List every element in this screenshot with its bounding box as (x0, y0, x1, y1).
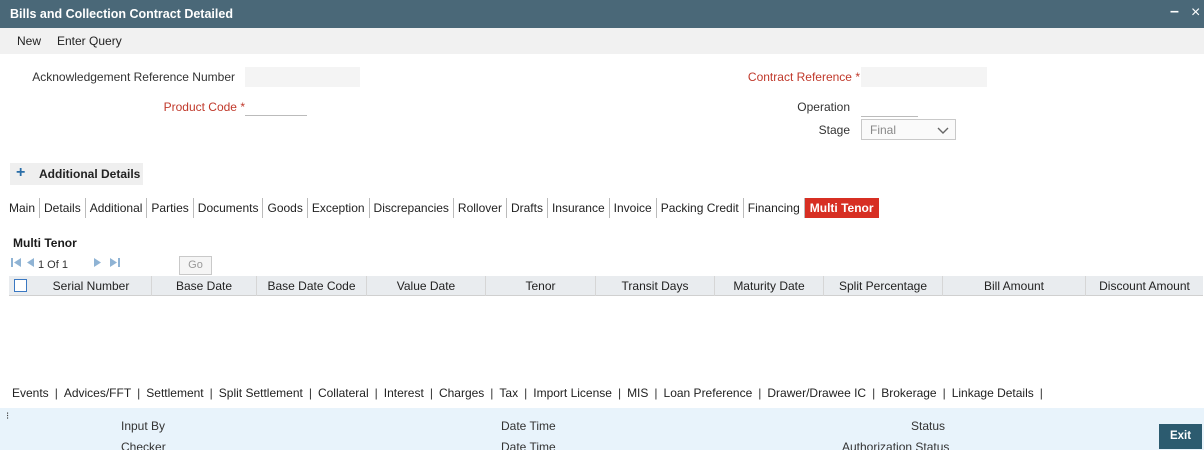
column-header[interactable]: Tenor (485, 276, 595, 296)
checker-label: Checker (121, 440, 166, 450)
tab-insurance[interactable]: Insurance (548, 198, 610, 218)
subsystem-link-advices-fft[interactable]: Advices/FFT (64, 386, 131, 400)
column-header[interactable]: Base Date Code (256, 276, 366, 296)
next-page-icon[interactable] (93, 257, 102, 271)
subsystem-link-split-settlement[interactable]: Split Settlement (219, 386, 303, 400)
ack-ref-input[interactable] (245, 67, 360, 87)
subsystem-bar: Events | Advices/FFT | Settlement | Split Sett… (0, 386, 1204, 406)
exit-button[interactable]: Exit (1159, 424, 1202, 449)
prev-page-icon[interactable] (26, 257, 35, 271)
subsystem-link-settlement[interactable]: Settlement (146, 386, 203, 400)
tab-parties[interactable]: Parties (147, 198, 194, 218)
enter-query-menu-item[interactable]: Enter Query (57, 34, 122, 48)
subsystem-separator: | (137, 386, 141, 400)
tab-exception[interactable]: Exception (308, 198, 370, 218)
subsystem-link-drawer-drawee-ic[interactable]: Drawer/Drawee IC (767, 386, 866, 400)
product-code-label: Product Code * (163, 100, 245, 114)
tab-drafts[interactable]: Drafts (507, 198, 548, 218)
tab-financing[interactable]: Financing (744, 198, 805, 218)
tab-documents[interactable]: Documents (194, 198, 264, 218)
subsystem-link-events[interactable]: Events (12, 386, 49, 400)
column-header[interactable]: Maturity Date (714, 276, 823, 296)
tab-main[interactable]: Main (0, 198, 41, 218)
more-icon: ⁝ (6, 411, 10, 422)
column-header[interactable]: Bill Amount (942, 276, 1085, 296)
product-code-input[interactable] (245, 96, 307, 116)
subsystem-separator: | (54, 386, 58, 400)
new-menu-item[interactable]: New (17, 34, 41, 48)
last-page-icon[interactable] (109, 257, 120, 271)
status-label: Status (911, 419, 946, 433)
tab-multi-tenor[interactable]: Multi Tenor (804, 198, 879, 218)
subsystem-separator: | (490, 386, 494, 400)
stage-select[interactable]: Final (861, 119, 956, 140)
subsystem-link-collateral[interactable]: Collateral (318, 386, 369, 400)
subsystem-separator: | (308, 386, 312, 400)
contract-ref-label: Contract Reference * (747, 70, 860, 84)
additional-details-button[interactable]: + Additional Details (10, 163, 143, 185)
stage-value: Final (870, 123, 897, 137)
ack-ref-label: Acknowledgement Reference Number (32, 70, 235, 84)
subsystem-separator: | (524, 386, 528, 400)
subsystem-separator: | (942, 386, 946, 400)
page-indicator: 1 Of 1 (38, 259, 68, 271)
subsystem-link-import-license[interactable]: Import License (533, 386, 612, 400)
subsystem-link-tax[interactable]: Tax (499, 386, 518, 400)
grid-body (9, 296, 1203, 376)
window-titlebar: Bills and Collection Contract Detailed –… (0, 0, 1204, 28)
subsystem-separator: | (1039, 386, 1043, 400)
subsystem-separator: | (429, 386, 433, 400)
input-by-label: Input By (121, 419, 166, 433)
grid-header: Serial Number Base Date Base Date Code V… (9, 276, 1203, 296)
subsystem-separator: | (758, 386, 762, 400)
subsystem-separator: | (374, 386, 378, 400)
tab-bar: Main Details Additional Parties Documents Goo… (0, 198, 879, 220)
operation-label: Operation (797, 100, 850, 114)
subsystem-separator: | (654, 386, 658, 400)
subsystem-link-charges[interactable]: Charges (439, 386, 484, 400)
go-button[interactable]: Go (179, 256, 212, 275)
subsystem-separator: | (209, 386, 213, 400)
subsystem-link-interest[interactable]: Interest (384, 386, 424, 400)
tab-discrepancies[interactable]: Discrepancies (370, 198, 454, 218)
section-title: Multi Tenor (13, 236, 77, 250)
plus-icon: + (16, 164, 26, 181)
subsystem-link-mis[interactable]: MIS (627, 386, 648, 400)
tab-goods[interactable]: Goods (263, 198, 308, 218)
tab-packing-credit[interactable]: Packing Credit (657, 198, 744, 218)
subsystem-separator: | (872, 386, 876, 400)
column-header[interactable]: Base Date (151, 276, 256, 296)
date-time-label: Date Time (501, 419, 556, 433)
date-time-label: Date Time (501, 440, 556, 450)
subsystem-link-linkage-details[interactable]: Linkage Details (952, 386, 1034, 400)
authorization-status-label: Authorization Status (842, 440, 950, 450)
close-icon[interactable]: × (1191, 4, 1200, 22)
stage-label: Stage (818, 123, 850, 137)
tab-details[interactable]: Details (40, 198, 86, 218)
column-header[interactable]: Serial Number (31, 276, 151, 296)
minimize-icon[interactable]: – (1170, 3, 1179, 21)
grid-pager: 1 Of 1 Go (9, 256, 1203, 276)
subsystem-separator: | (617, 386, 622, 400)
subsystem-link-brokerage[interactable]: Brokerage (881, 386, 936, 400)
subsystem-link-loan-preference[interactable]: Loan Preference (664, 386, 753, 400)
audit-footer: Input By Checker Date Time Date Time Sta… (0, 408, 1204, 450)
menu-bar: New Enter Query (0, 28, 1204, 54)
column-header[interactable]: Transit Days (595, 276, 714, 296)
select-all-checkbox[interactable] (14, 279, 27, 292)
tab-rollover[interactable]: Rollover (454, 198, 507, 218)
tab-additional[interactable]: Additional (86, 198, 148, 218)
contract-ref-input[interactable] (861, 67, 987, 87)
tab-invoice[interactable]: Invoice (610, 198, 657, 218)
first-page-icon[interactable] (11, 257, 22, 271)
column-header[interactable]: Discount Amount (1085, 276, 1203, 296)
operation-input[interactable] (861, 97, 918, 117)
column-header[interactable]: Value Date (366, 276, 485, 296)
window-title: Bills and Collection Contract Detailed (10, 7, 233, 21)
chevron-down-icon (937, 127, 949, 134)
column-header[interactable]: Split Percentage (823, 276, 942, 296)
additional-details-label: Additional Details (39, 167, 141, 181)
